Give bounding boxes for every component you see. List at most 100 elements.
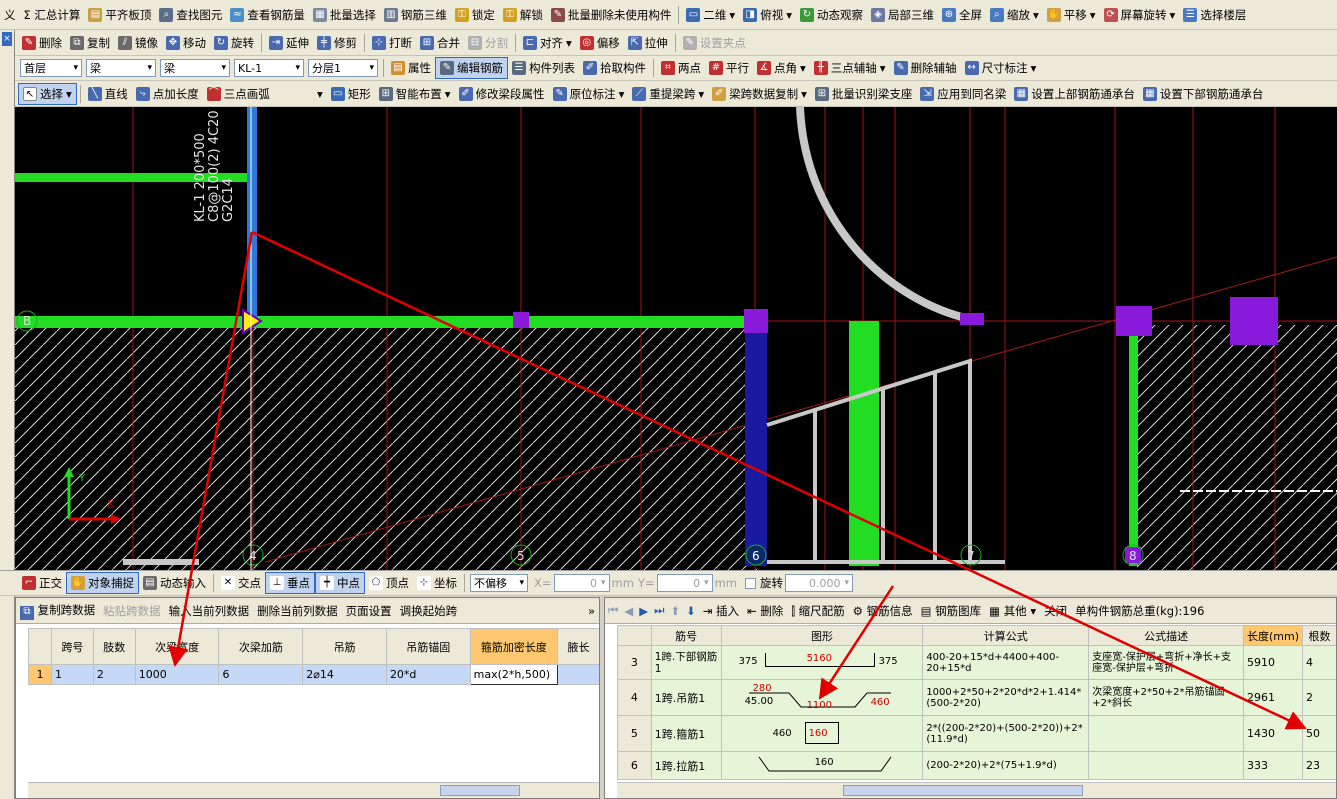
select-floor-button[interactable]: ☰ 选择楼层 (1179, 4, 1250, 26)
rebar-info-button[interactable]: ⚙ 钢筋信息 (849, 603, 917, 619)
layer-select[interactable]: 分层1 (308, 59, 378, 77)
rectangle-button[interactable]: ▭ 矩形 (327, 83, 375, 105)
cell-active[interactable]: max(2*h,500) (469, 664, 559, 685)
lock-button[interactable]: ⚿ 锁定 (451, 4, 499, 26)
cell[interactable]: 6 (218, 664, 304, 685)
formula[interactable]: 1000+2*50+2*20*d*2+1.414*(500-2*20) (922, 679, 1090, 716)
cell[interactable] (557, 664, 599, 685)
delete-button[interactable]: ✎ 删除 (18, 32, 66, 54)
move-up-icon[interactable]: ⬆ (667, 604, 683, 618)
unlock-button[interactable]: ⚿ 解锁 (499, 4, 547, 26)
column-green-mid[interactable] (849, 321, 879, 566)
smart-layout-dropdown[interactable]: ⊞ 智能布置 ▾ (375, 83, 455, 105)
extend-button[interactable]: ⇥ 延伸 (265, 32, 313, 54)
rebar-name[interactable]: 1跨.下部钢筋1 (650, 645, 722, 680)
properties-button[interactable]: ▤ 属性 (387, 57, 435, 79)
move-button[interactable]: ✥ 移动 (162, 32, 210, 54)
component-list-button[interactable]: ☰ 构件列表 (508, 57, 579, 79)
rebar-3d-button[interactable]: ▥ 钢筋三维 (380, 4, 451, 26)
move-down-icon[interactable]: ⬇ (683, 604, 699, 618)
column-blue-4[interactable] (247, 107, 257, 322)
formula-desc[interactable]: 次梁宽度+2*50+2*吊筋锚固+2*斜长 (1088, 679, 1244, 716)
cell[interactable]: 20*d (385, 664, 471, 685)
rebar-name[interactable]: 1跨.拉筋1 (650, 751, 722, 780)
rebar-shape[interactable]: 460 160 (720, 715, 924, 752)
formula[interactable]: 2*((200-2*20)+(500-2*20))+2*(11.9*d) (922, 715, 1090, 752)
batch-delete-unused-button[interactable]: ✎ 批量删除未使用构件 (547, 4, 676, 26)
screen-rotate-dropdown[interactable]: ⟳ 屏幕旋转 ▾ (1100, 4, 1180, 26)
length[interactable]: 1430 (1242, 715, 1304, 752)
insert-button[interactable]: ⇥ 插入 (699, 603, 743, 619)
point-angle-dropdown[interactable]: ∡ 点角 ▾ (753, 57, 810, 79)
dimension-dropdown[interactable]: ↔ 尺寸标注 ▾ (961, 57, 1041, 79)
length[interactable]: 5910 (1242, 645, 1304, 680)
pick-component-button[interactable]: ✐ 拾取构件 (579, 57, 650, 79)
coordinate-snap[interactable]: ⊹ 坐标 (413, 572, 461, 594)
cell[interactable]: 2⌀14 (302, 664, 387, 685)
full-screen-button[interactable]: ⊕ 全屏 (938, 4, 986, 26)
pan-dropdown[interactable]: ✋ 平移 ▾ (1043, 4, 1100, 26)
copy-span-data-button[interactable]: ⧉ 复制跨数据 (16, 602, 99, 620)
scroll-thumb[interactable] (843, 785, 1083, 796)
batch-select-button[interactable]: ▦ 批量选择 (309, 4, 380, 26)
count[interactable]: 50 (1302, 715, 1336, 752)
formula[interactable]: (200-2*20)+2*(75+1.9*d) (922, 751, 1090, 780)
offset-button[interactable]: ◎ 偏移 (576, 32, 624, 54)
paste-span-data-button[interactable]: 粘贴跨数据 (99, 603, 165, 619)
cell[interactable]: 2 (92, 664, 136, 685)
table-row[interactable]: 4 1跨.吊筋1 280 45.00 1100 460 1000+2*50+2*… (617, 679, 1336, 716)
midpoint-snap[interactable]: ┿ 中点 (315, 572, 365, 594)
swap-start-span-button[interactable]: 调换起始跨 (396, 603, 462, 619)
point-length-button[interactable]: ⤷ 点加长度 (132, 83, 203, 105)
merge-button[interactable]: ⊞ 合并 (416, 32, 464, 54)
summary-calc-button[interactable]: Σ 汇总计算 (20, 4, 85, 26)
batch-identify-support-button[interactable]: ⊞ 批量识别梁支座 (811, 83, 917, 105)
zoom-dropdown[interactable]: ⌕ 缩放 ▾ (986, 4, 1043, 26)
table-row[interactable]: 3 1跨.下部钢筋1 375 5160 375 400-20+15*d+4400… (617, 645, 1336, 680)
formula[interactable]: 400-20+15*d+4400+400-20+15*d (922, 645, 1090, 680)
close-icon[interactable]: × (2, 32, 12, 46)
edit-rebar-button[interactable]: ✎ 编辑钢筋 (435, 57, 508, 79)
rebar-shape[interactable]: 280 45.00 1100 460 (720, 679, 924, 716)
three-point-axis-dropdown[interactable]: ╫ 三点辅轴 ▾ (810, 57, 890, 79)
three-point-arc-dropdown[interactable]: ⌒ 三点画弧 ▾ (203, 83, 327, 105)
count[interactable]: 23 (1302, 751, 1336, 780)
modify-span-props-button[interactable]: ✐ 修改梁段属性 (455, 83, 549, 105)
length[interactable]: 333 (1242, 751, 1304, 780)
rotate-button[interactable]: ↻ 旋转 (210, 32, 258, 54)
align-slab-top-button[interactable]: ▤ 平齐板顶 (84, 4, 155, 26)
rebar-shape[interactable]: 375 5160 375 (720, 645, 924, 680)
beam-green-main[interactable] (15, 316, 757, 328)
formula-desc[interactable]: 支座宽-保护层+弯折+净长+支座宽-保护层+弯折 (1088, 645, 1244, 680)
break-button[interactable]: ⊹ 打断 (368, 32, 416, 54)
other-dropdown[interactable]: ▦ 其他 ▾ (985, 603, 1040, 619)
table-row[interactable]: 5 1跨.箍筋1 460 160 2*((200-2*20)+(500-2*20… (617, 715, 1336, 752)
cell[interactable]: 1 (51, 664, 94, 685)
rebar-shape[interactable]: 160 (720, 751, 924, 780)
apply-same-name-button[interactable]: ⇲ 应用到同名梁 (916, 83, 1010, 105)
local-3d-button[interactable]: ◈ 局部三维 (867, 4, 938, 26)
rotate-checkbox[interactable] (745, 577, 756, 589)
set-grip-button[interactable]: ✎ 设置夹点 (679, 32, 750, 54)
rebar-name[interactable]: 1跨.吊筋1 (650, 679, 722, 716)
horizontal-scrollbar[interactable] (28, 782, 599, 798)
formula-desc[interactable] (1088, 751, 1244, 780)
vertex-snap[interactable]: ⬠ 顶点 (365, 572, 413, 594)
page-setup-button[interactable]: 页面设置 (342, 603, 396, 619)
delete-column-button[interactable]: 删除当前列数据 (253, 603, 342, 619)
align-dropdown[interactable]: ⊏ 对齐 ▾ (519, 32, 576, 54)
view-rebar-button[interactable]: ≈ 查看钢筋量 (226, 4, 309, 26)
horizontal-scrollbar[interactable] (617, 782, 1336, 798)
line-button[interactable]: ╲ 直线 (84, 83, 132, 105)
last-record-icon[interactable]: ⏭ (651, 603, 667, 618)
x-input[interactable]: 0 (553, 574, 610, 592)
top-view-dropdown[interactable]: ◨ 俯视 ▾ (739, 4, 796, 26)
intersection-snap[interactable]: ✕ 交点 (217, 572, 265, 594)
span-data-copy-dropdown[interactable]: ✐ 梁跨数据复制 ▾ (708, 83, 811, 105)
select-button[interactable]: ↖ 选择 ▾ (18, 82, 77, 105)
y-input[interactable]: 0 (656, 574, 713, 592)
set-bottom-rebar-cap-button[interactable]: ▦ 设置下部钢筋通承台 (1139, 83, 1268, 105)
re-extract-span-dropdown[interactable]: ⟋ 重提梁跨 ▾ (628, 83, 708, 105)
more-icon[interactable]: » (588, 604, 599, 618)
category-select[interactable]: 梁 (86, 59, 156, 77)
